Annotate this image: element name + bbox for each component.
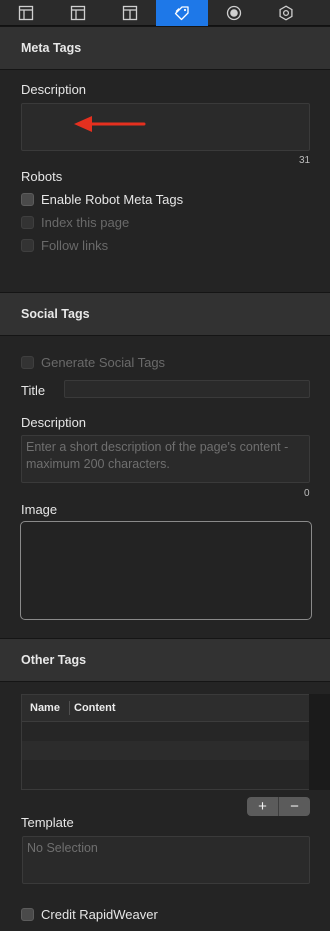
layout-icon: [122, 5, 138, 21]
other-tags-header[interactable]: Other Tags: [0, 638, 330, 682]
table-header: Name Content: [22, 695, 310, 722]
meta-description-value: [22, 104, 309, 110]
badge-icon: [226, 5, 242, 21]
other-tags-title: Other Tags: [21, 653, 87, 667]
meta-description-field[interactable]: [21, 103, 310, 151]
tab-content[interactable]: [104, 0, 156, 26]
social-description-count: 0: [304, 488, 310, 499]
table-row[interactable]: [22, 741, 310, 760]
table-row[interactable]: [22, 722, 310, 741]
meta-description-label: Description: [21, 82, 87, 97]
gear-icon: [279, 5, 293, 21]
table-row[interactable]: [22, 760, 310, 779]
social-description-label: Description: [21, 415, 87, 430]
credit-rapidweaver-label: Credit RapidWeaver: [41, 906, 158, 922]
add-tag-button[interactable]: +: [247, 797, 279, 816]
index-page-checkbox[interactable]: Index this page: [21, 214, 129, 230]
table-scroll-gutter: [309, 694, 330, 790]
social-image-label: Image: [21, 502, 58, 517]
follow-links-checkbox[interactable]: Follow links: [21, 237, 108, 253]
credit-rapidweaver-checkbox[interactable]: Credit RapidWeaver: [21, 906, 158, 922]
meta-description-count: 31: [299, 155, 311, 166]
meta-tags-header[interactable]: Meta Tags: [0, 26, 330, 70]
checkbox-icon: [21, 355, 34, 369]
social-description-placeholder: Enter a short description of the page's …: [26, 440, 289, 471]
social-description-field[interactable]: Enter a short description of the page's …: [21, 435, 310, 483]
meta-tags-title: Meta Tags: [21, 41, 82, 55]
social-image-well[interactable]: [20, 521, 312, 620]
enable-robot-meta-tags-label: Enable Robot Meta Tags: [41, 191, 184, 207]
annotation-arrow-icon: [74, 116, 146, 132]
follow-links-label: Follow links: [41, 237, 109, 253]
tab-page-layout[interactable]: [0, 0, 52, 26]
tab-badge[interactable]: [208, 0, 260, 26]
tab-general[interactable]: [52, 0, 104, 26]
generate-social-tags-checkbox[interactable]: Generate Social Tags: [21, 354, 165, 370]
tab-meta-tags[interactable]: [156, 0, 208, 26]
robots-label: Robots: [21, 169, 63, 184]
inspector-toolbar: [0, 0, 330, 26]
checkbox-icon: [21, 907, 34, 921]
social-title-field[interactable]: [64, 380, 310, 398]
other-tags-table[interactable]: Name Content: [21, 694, 311, 790]
template-label: Template: [21, 815, 74, 830]
social-tags-header[interactable]: Social Tags: [0, 292, 330, 336]
enable-robot-meta-tags-checkbox[interactable]: Enable Robot Meta Tags: [21, 191, 183, 207]
column-header-name[interactable]: Name: [22, 701, 70, 715]
layout-icon: [18, 5, 34, 21]
column-header-content[interactable]: Content: [70, 702, 116, 714]
checkbox-icon: [21, 192, 34, 206]
layout-icon: [70, 5, 86, 21]
social-tags-title: Social Tags: [21, 307, 90, 321]
checkbox-icon: [21, 215, 34, 229]
checkbox-icon: [21, 238, 34, 252]
index-page-label: Index this page: [41, 214, 130, 230]
template-field[interactable]: No Selection: [22, 836, 310, 884]
add-remove-control: + −: [247, 797, 310, 816]
remove-tag-button[interactable]: −: [279, 797, 310, 816]
social-title-label: Title: [21, 383, 46, 398]
tags-icon: [174, 6, 189, 21]
template-placeholder: No Selection: [27, 841, 98, 855]
tab-settings[interactable]: [260, 0, 312, 26]
generate-social-tags-label: Generate Social Tags: [41, 354, 166, 370]
